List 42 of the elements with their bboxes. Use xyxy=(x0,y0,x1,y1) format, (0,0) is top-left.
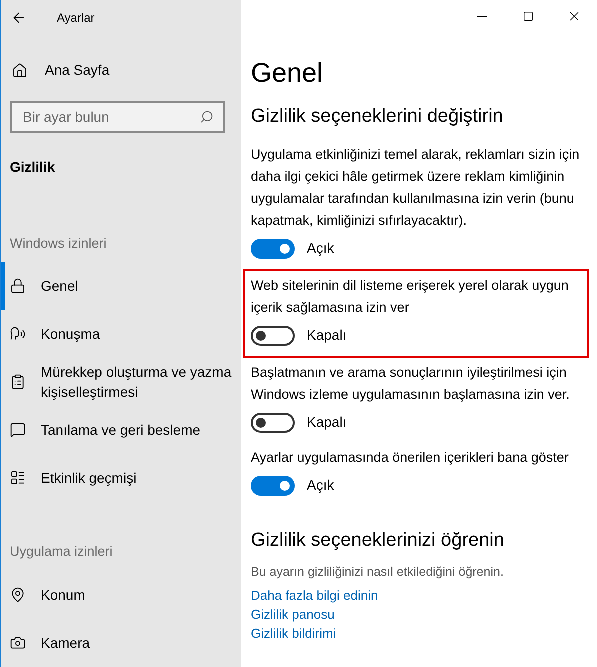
camera-icon xyxy=(10,634,26,650)
toggle-switch[interactable] xyxy=(251,476,295,496)
back-icon[interactable] xyxy=(11,10,27,26)
search-field[interactable]: Bir ayar bulun xyxy=(10,101,225,133)
message-icon xyxy=(10,422,26,438)
section-heading: Windows izinleri xyxy=(10,235,108,253)
nav-item[interactable]: Kamera xyxy=(1,618,241,666)
toggle-state-label: Kapalı xyxy=(307,413,347,432)
nav-item[interactable]: Tanılama ve geri besleme xyxy=(1,406,241,454)
home-icon xyxy=(12,62,28,78)
search-icon[interactable] xyxy=(200,110,214,124)
toggle-state-label: Açık xyxy=(307,476,334,495)
learn-description: Bu ayarın gizliliğinizi nasıl etkilediğini öğrenin. xyxy=(251,564,505,581)
section-title: Gizlilik seçeneklerini değiştirin xyxy=(251,105,504,129)
lock-icon xyxy=(10,278,26,294)
home-item[interactable]: Ana Sayfa xyxy=(12,60,241,81)
toggle-switch[interactable] xyxy=(251,238,295,258)
toggle-state-label: Açık xyxy=(307,239,334,258)
setting-description: Web sitelerinin dil listeme erişerek yerel olarak uygun içerik sağlamasına izin ver xyxy=(251,277,570,317)
section-heading: Uygulama izinleri xyxy=(10,543,114,562)
toggle-switch[interactable] xyxy=(251,412,295,432)
toggle-switch[interactable] xyxy=(251,326,295,346)
nav-item[interactable]: Konum xyxy=(1,570,241,618)
maximize-icon xyxy=(522,10,534,22)
list-icon xyxy=(10,470,26,486)
nav-item[interactable]: Etkinlik geçmişi xyxy=(1,454,241,502)
map-pin-icon xyxy=(10,586,26,602)
speaking-person-icon xyxy=(10,326,26,342)
setting-description: Ayarlar uygulamasında önerilen içerikleri bana göster xyxy=(251,449,570,467)
category-title: Gizlilik xyxy=(10,158,56,177)
toggle-state-label: Kapalı xyxy=(307,326,347,345)
setting-description: Başlatmanın ve arama sonuçlarının iyileştirilmesi için Windows izleme uygulamasının başlamasına izin ver. xyxy=(251,364,571,404)
help-link[interactable]: Gizlilik bildirimi xyxy=(251,624,336,643)
nav-item[interactable]: Mürekkep oluşturma ve yazma kişiselleştirmesi xyxy=(1,358,241,406)
help-link[interactable]: Gizlilik panosu xyxy=(251,605,335,624)
clipboard-icon xyxy=(10,374,26,390)
window-title: Ayarlar xyxy=(57,10,95,27)
page-title: Genel xyxy=(251,57,324,90)
nav-item[interactable]: Konuşma xyxy=(1,310,241,358)
help-link[interactable]: Daha fazla bilgi edinin xyxy=(251,586,378,605)
setting-description: Uygulama etkinliğinizi temel alarak, reklamları sizin için daha ilgi çekici hâle getirmek üzere reklam kimliğinin uygulamalar tarafından kullanılmasına izin verin (bunu kapatmak, kimliğinizi sıfırlayacaktır). xyxy=(251,146,581,230)
section-title: Gizlilik seçeneklerinizi öğrenin xyxy=(251,529,506,553)
